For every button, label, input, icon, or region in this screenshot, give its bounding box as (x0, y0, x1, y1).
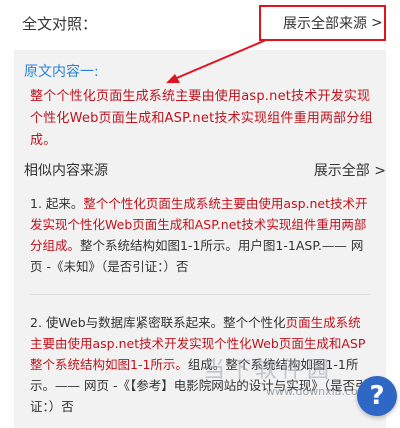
original-content-title: 原文内容一: (24, 64, 99, 80)
show-all-sources-button[interactable]: 展示全部来源 > (259, 5, 386, 41)
item-prefix: 2. 使Web与数据库紧密联系起来。整个个性化 (30, 315, 286, 330)
divider (30, 294, 370, 295)
show-all-button[interactable]: 展示全部 > (314, 160, 386, 180)
similar-source-item[interactable]: 1. 起来。整个个性化页面生成系统主要由使用asp.net技术开发实现个性化We… (30, 193, 368, 277)
similar-sources-title: 相似内容来源 (24, 163, 108, 179)
watermark-url: www.downxia.com (266, 385, 369, 398)
item-prefix: 1. 起来。 (30, 196, 84, 211)
original-content-text: 整个个性化页面生成系统主要由使用asp.net技术开发实现个性化Web页面生成和… (30, 89, 373, 148)
top-bar: 全文对照： 展示全部来源 > (0, 0, 400, 48)
compare-label: 全文对照： (22, 15, 98, 33)
watermark-brand: 当下软件园 (203, 358, 334, 383)
show-all-sources-label: 展示全部来源 (283, 16, 367, 32)
help-icon[interactable]: ? (357, 376, 397, 416)
chevron-right-icon: > (371, 15, 383, 31)
original-content-panel: 原文内容一: 整个个性化页面生成系统主要由使用asp.net技术开发实现个性化W… (14, 50, 386, 148)
item-suffix: 整个系统结构如图1-1所示。用户图1-1ASP.—— 网页 -《未知》（是否引证… (30, 238, 364, 274)
